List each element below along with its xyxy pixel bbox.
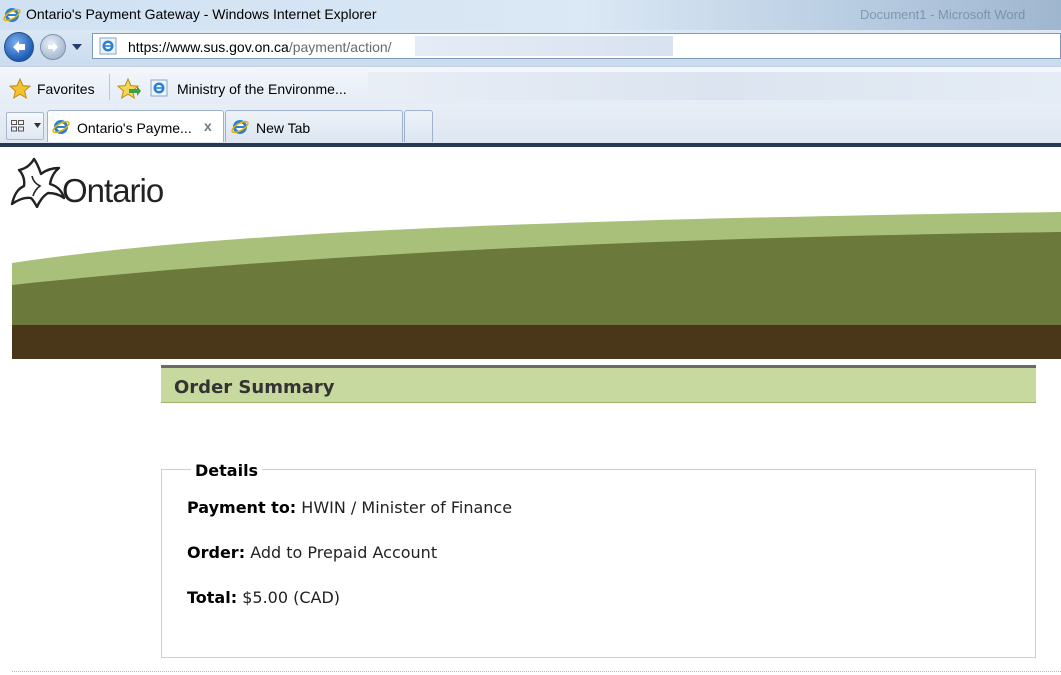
ie-icon <box>3 8 21 22</box>
detail-value: $5.00 (CAD) <box>242 588 341 607</box>
detail-row-total: Total: $5.00 (CAD) <box>187 588 340 607</box>
address-bar[interactable]: https://www.sus.gov.on.ca/payment/action… <box>92 33 1061 59</box>
ontario-wordmark: Ontario <box>62 172 164 209</box>
ie-icon <box>150 79 168 97</box>
add-to-favorites-icon[interactable] <box>117 77 141 101</box>
recent-pages-dropdown-icon[interactable] <box>71 42 83 52</box>
tab-list-dropdown-icon <box>34 123 41 128</box>
open-new-tab-button[interactable] <box>404 110 433 142</box>
section-title: Order Summary <box>174 377 335 398</box>
browser-content-border <box>0 143 1061 147</box>
back-arrow-icon <box>13 41 25 53</box>
favorite-link[interactable]: Ministry of the Environme... <box>177 81 347 97</box>
redacted-url-area <box>415 36 673 56</box>
ie-page-icon <box>99 37 117 55</box>
favorites-star-icon[interactable] <box>9 78 31 100</box>
details-legend: Details <box>191 461 263 480</box>
detail-label: Order: <box>187 543 246 562</box>
favorites-separator <box>109 74 110 100</box>
ontario-hills-banner <box>12 208 1061 359</box>
favorites-button-label[interactable]: Favorites <box>37 81 95 97</box>
detail-label: Payment to: <box>187 498 297 517</box>
detail-value: HWIN / Minister of Finance <box>301 498 513 517</box>
detail-value: Add to Prepaid Account <box>250 543 438 562</box>
background-window-title: Document1 - Microsoft Word <box>860 7 1026 22</box>
close-tab-icon[interactable]: x <box>204 118 212 134</box>
detail-row-order: Order: Add to Prepaid Account <box>187 543 437 562</box>
ie-icon <box>231 120 249 134</box>
quick-tabs-button[interactable] <box>6 112 44 140</box>
tab-ontario-payment[interactable]: Ontario's Payme... <box>47 110 224 142</box>
detail-row-payment-to: Payment to: HWIN / Minister of Finance <box>187 498 512 517</box>
forward-arrow-icon <box>48 42 58 52</box>
order-summary-header: Order Summary <box>161 365 1036 403</box>
url-text[interactable]: https://www.sus.gov.on.ca/payment/action… <box>128 39 392 55</box>
quick-tabs-grid-icon <box>11 120 24 132</box>
forward-button[interactable] <box>40 34 66 60</box>
detail-label: Total: <box>187 588 238 607</box>
tab-label: Ontario's Payme... <box>77 120 192 136</box>
footer-divider <box>12 671 1061 672</box>
redacted-favorites-area <box>368 72 1061 100</box>
ontario-trillium-logo <box>10 157 66 209</box>
back-button[interactable] <box>4 32 34 62</box>
ie-icon <box>52 120 70 134</box>
window-title: Ontario's Payment Gateway - Windows Inte… <box>26 6 377 22</box>
tab-new-tab[interactable]: New Tab <box>225 110 403 142</box>
window-title-bar: Ontario's Payment Gateway - Windows Inte… <box>0 0 1061 30</box>
tab-label: New Tab <box>256 120 311 136</box>
